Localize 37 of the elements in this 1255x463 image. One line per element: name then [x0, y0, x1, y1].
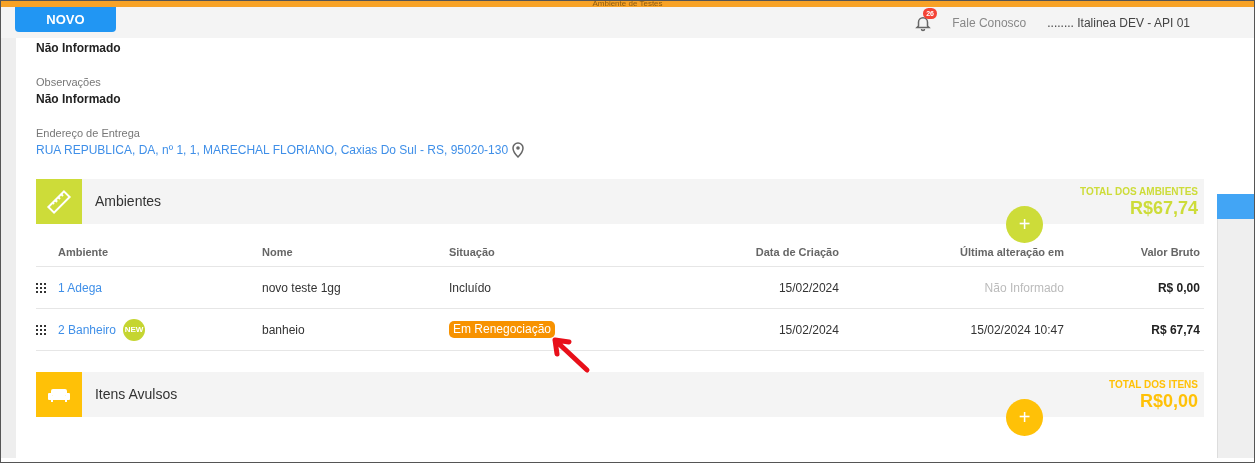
- contact-link[interactable]: Fale Conosco: [952, 13, 1027, 32]
- user-name[interactable]: ........ Italinea DEV - API 01: [1047, 13, 1190, 32]
- drag-handle-icon[interactable]: [35, 282, 46, 293]
- new-badge: NEW: [123, 318, 145, 341]
- field-value: Não Informado: [35, 40, 122, 57]
- field-value: Não Informado: [35, 91, 122, 108]
- table-cell-text: novo teste 1gg: [261, 279, 342, 297]
- table-cell-text: 15/02/2024 10:47: [969, 321, 1064, 339]
- environment-link[interactable]: 2 Banheiro: [57, 320, 116, 339]
- table-cell-text: 15/02/2024: [777, 279, 839, 297]
- field-label: Observações: [35, 75, 102, 90]
- section-title: Ambientes: [94, 192, 162, 211]
- total-label: TOTAL DOS AMBIENTES: [1080, 185, 1198, 198]
- environment-label: Ambiente de Testes: [592, 1, 663, 7]
- table-cell-text: banheio: [261, 321, 306, 339]
- total-value: R$67,74: [1129, 197, 1198, 218]
- address-link[interactable]: RUA REPUBLICA, DA, nº 1, 1, MARECHAL FLORIANO, Caxias Do Sul - RS, 95020-130: [35, 141, 509, 159]
- drag-handle-icon[interactable]: [35, 324, 46, 335]
- table-cell-text: R$ 67,74: [1150, 321, 1200, 339]
- section-title: Itens Avulsos: [94, 385, 178, 404]
- total-label: TOTAL DOS ITENS: [1109, 378, 1198, 391]
- table-cell-text: Incluído: [448, 279, 491, 297]
- table-cell-text: R$ 0,00: [1156, 279, 1200, 297]
- table-cell-text: Não Informado: [983, 279, 1064, 297]
- environment-link[interactable]: 1 Adega: [57, 278, 102, 297]
- column-header: Nome: [261, 245, 294, 261]
- table-cell-text: 15/02/2024: [777, 321, 839, 339]
- column-header: Valor Bruto: [1139, 245, 1200, 261]
- total-value: R$0,00: [1139, 390, 1198, 411]
- field-label: Endereço de Entrega: [35, 126, 141, 141]
- column-header: Data de Criação: [754, 245, 839, 261]
- column-header: Ambiente: [57, 245, 110, 261]
- column-header: Última alteração em: [959, 245, 1064, 261]
- column-header: Situação: [448, 245, 496, 261]
- map-pin-icon[interactable]: [512, 142, 525, 158]
- status-badge: Em Renegociação: [448, 321, 556, 338]
- new-button[interactable]: NOVO: [15, 7, 116, 32]
